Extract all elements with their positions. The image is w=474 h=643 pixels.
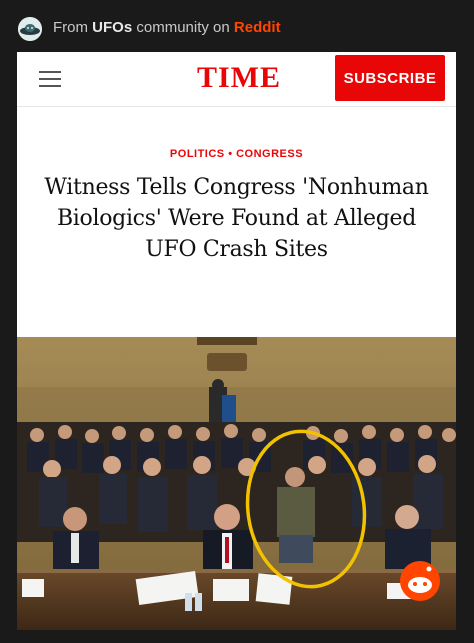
- reddit-snoo-icon: [400, 561, 440, 601]
- source-prefix: From: [53, 19, 88, 36]
- community-name[interactable]: UFOs: [92, 19, 132, 36]
- bottom-margin: [0, 630, 474, 643]
- hamburger-menu-icon[interactable]: [39, 71, 61, 87]
- article-card[interactable]: TIME SUBSCRIBE POLITICS • CONGRESS Witne…: [17, 52, 456, 630]
- source-text: From UFOs community on Reddit: [53, 19, 281, 36]
- subscribe-button[interactable]: SUBSCRIBE: [335, 55, 445, 101]
- time-logo[interactable]: TIME: [197, 61, 281, 95]
- article-headline[interactable]: Witness Tells Congress 'Nonhuman Biologi…: [37, 172, 436, 265]
- source-middle: community on: [136, 19, 230, 36]
- article-category[interactable]: POLITICS • CONGRESS: [17, 148, 456, 160]
- reddit-source-bar: From UFOs community on Reddit: [0, 0, 474, 50]
- alien-subreddit-icon[interactable]: [18, 17, 42, 41]
- hearing-photo: [17, 337, 456, 630]
- platform-name[interactable]: Reddit: [234, 19, 281, 36]
- time-header: TIME SUBSCRIBE: [17, 52, 456, 107]
